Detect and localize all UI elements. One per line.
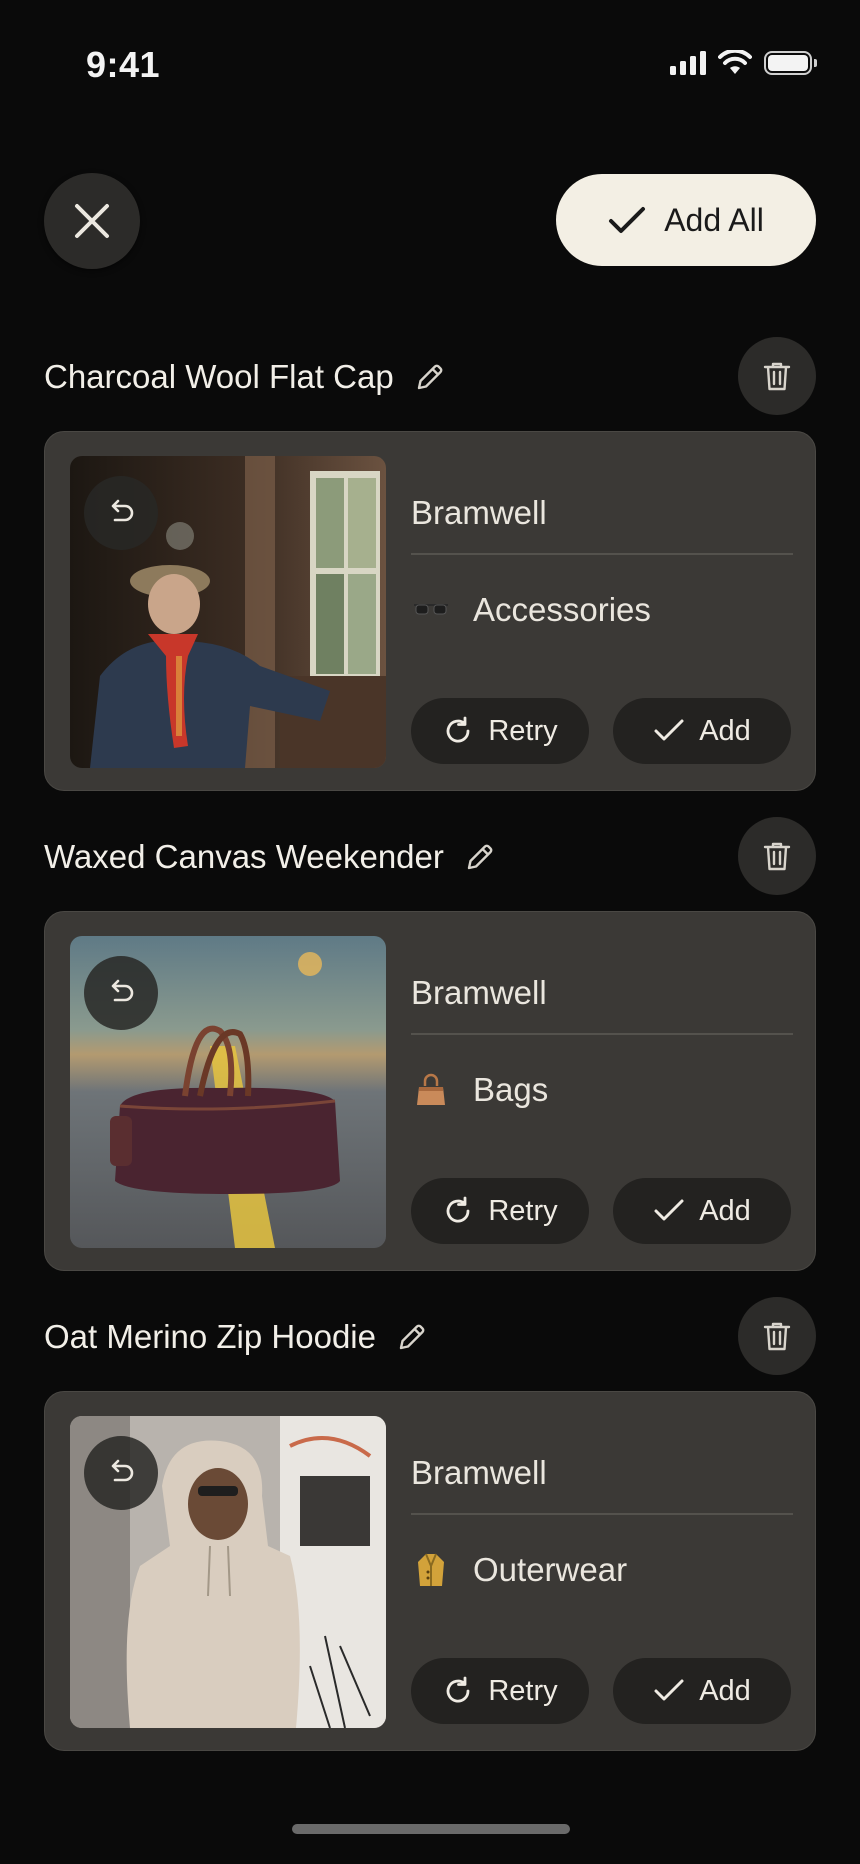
item-header: Waxed Canvas Weekender	[44, 817, 816, 897]
edit-title-button[interactable]	[396, 1321, 428, 1353]
refresh-icon	[446, 1676, 470, 1703]
item-title: Charcoal Wool Flat Cap	[44, 358, 394, 395]
cellular-signal-icon	[670, 51, 706, 75]
checkmark-icon	[654, 1199, 684, 1221]
status-bar: 9:41	[0, 0, 860, 130]
edit-title-button[interactable]	[414, 361, 446, 393]
add-button[interactable]: Add	[613, 1178, 791, 1244]
brand-label[interactable]: Bramwell	[411, 1454, 547, 1492]
handbag-icon	[411, 1070, 451, 1110]
add-all-button[interactable]: Add All	[556, 174, 816, 266]
undo-icon	[111, 979, 134, 1002]
undo-button[interactable]	[84, 476, 158, 550]
divider	[411, 1033, 793, 1035]
checkmark-icon	[654, 1679, 684, 1701]
retry-button[interactable]: Retry	[411, 1658, 589, 1724]
close-button[interactable]	[44, 173, 140, 269]
brand-label[interactable]: Bramwell	[411, 974, 547, 1012]
add-button[interactable]: Add	[613, 698, 791, 764]
item-card: Bramwell Accessories Retry Add	[44, 431, 816, 791]
category-label: Bags	[473, 1071, 549, 1108]
item-header: Charcoal Wool Flat Cap	[44, 337, 816, 417]
item-card: Bramwell Bags Retry Add	[44, 911, 816, 1271]
delete-item-button[interactable]	[738, 337, 816, 415]
brand-label[interactable]: Bramwell	[411, 494, 547, 532]
status-icons	[670, 50, 817, 76]
pencil-icon	[399, 1324, 425, 1350]
item-photo	[70, 456, 386, 768]
item-card: Bramwell Outerwear Retry Add	[44, 1391, 816, 1751]
add-label: Add	[699, 1194, 751, 1227]
edit-title-button[interactable]	[464, 841, 496, 873]
add-all-label: Add All	[664, 201, 764, 238]
trash-icon	[763, 362, 791, 391]
pencil-icon	[417, 364, 443, 390]
retry-button[interactable]: Retry	[411, 698, 589, 764]
item-header: Oat Merino Zip Hoodie	[44, 1297, 816, 1377]
undo-button[interactable]	[84, 1436, 158, 1510]
retry-button[interactable]: Retry	[411, 1178, 589, 1244]
trash-icon	[763, 1322, 791, 1351]
retry-label: Retry	[488, 1194, 558, 1227]
checkmark-icon	[654, 719, 684, 741]
divider	[411, 1513, 793, 1515]
home-indicator	[292, 1824, 570, 1834]
retry-label: Retry	[488, 714, 558, 747]
checkmark-icon	[609, 207, 646, 233]
pencil-icon	[467, 844, 493, 870]
delete-item-button[interactable]	[738, 817, 816, 895]
add-label: Add	[699, 1674, 751, 1707]
retry-label: Retry	[488, 1674, 558, 1707]
category-selector[interactable]: Accessories	[411, 590, 651, 630]
status-time: 9:41	[86, 44, 161, 85]
add-button[interactable]: Add	[613, 1658, 791, 1724]
divider	[411, 553, 793, 555]
item-photo	[70, 1416, 386, 1728]
coat-icon	[411, 1550, 451, 1590]
item-photo	[70, 936, 386, 1248]
refresh-icon	[446, 716, 470, 743]
item-title: Waxed Canvas Weekender	[44, 838, 444, 875]
undo-icon	[111, 1459, 134, 1482]
delete-item-button[interactable]	[738, 1297, 816, 1375]
item-card-group: Charcoal Wool Flat Cap Bramwell Accessor…	[44, 337, 816, 791]
battery-icon	[764, 51, 817, 75]
undo-button[interactable]	[84, 956, 158, 1030]
category-label: Outerwear	[473, 1551, 628, 1588]
undo-icon	[111, 499, 134, 522]
add-label: Add	[699, 714, 751, 747]
category-selector[interactable]: Bags	[411, 1070, 548, 1110]
sunglasses-icon	[411, 590, 451, 630]
category-selector[interactable]: Outerwear	[411, 1550, 627, 1590]
wifi-icon	[718, 50, 752, 74]
refresh-icon	[446, 1196, 470, 1223]
category-label: Accessories	[473, 591, 651, 628]
trash-icon	[763, 842, 791, 871]
close-icon	[75, 204, 109, 238]
item-title: Oat Merino Zip Hoodie	[44, 1318, 376, 1355]
item-card-group: Waxed Canvas Weekender Bramwell Bags Ret…	[44, 817, 816, 1271]
item-card-group: Oat Merino Zip Hoodie Bramwell Outerwear…	[44, 1297, 816, 1751]
